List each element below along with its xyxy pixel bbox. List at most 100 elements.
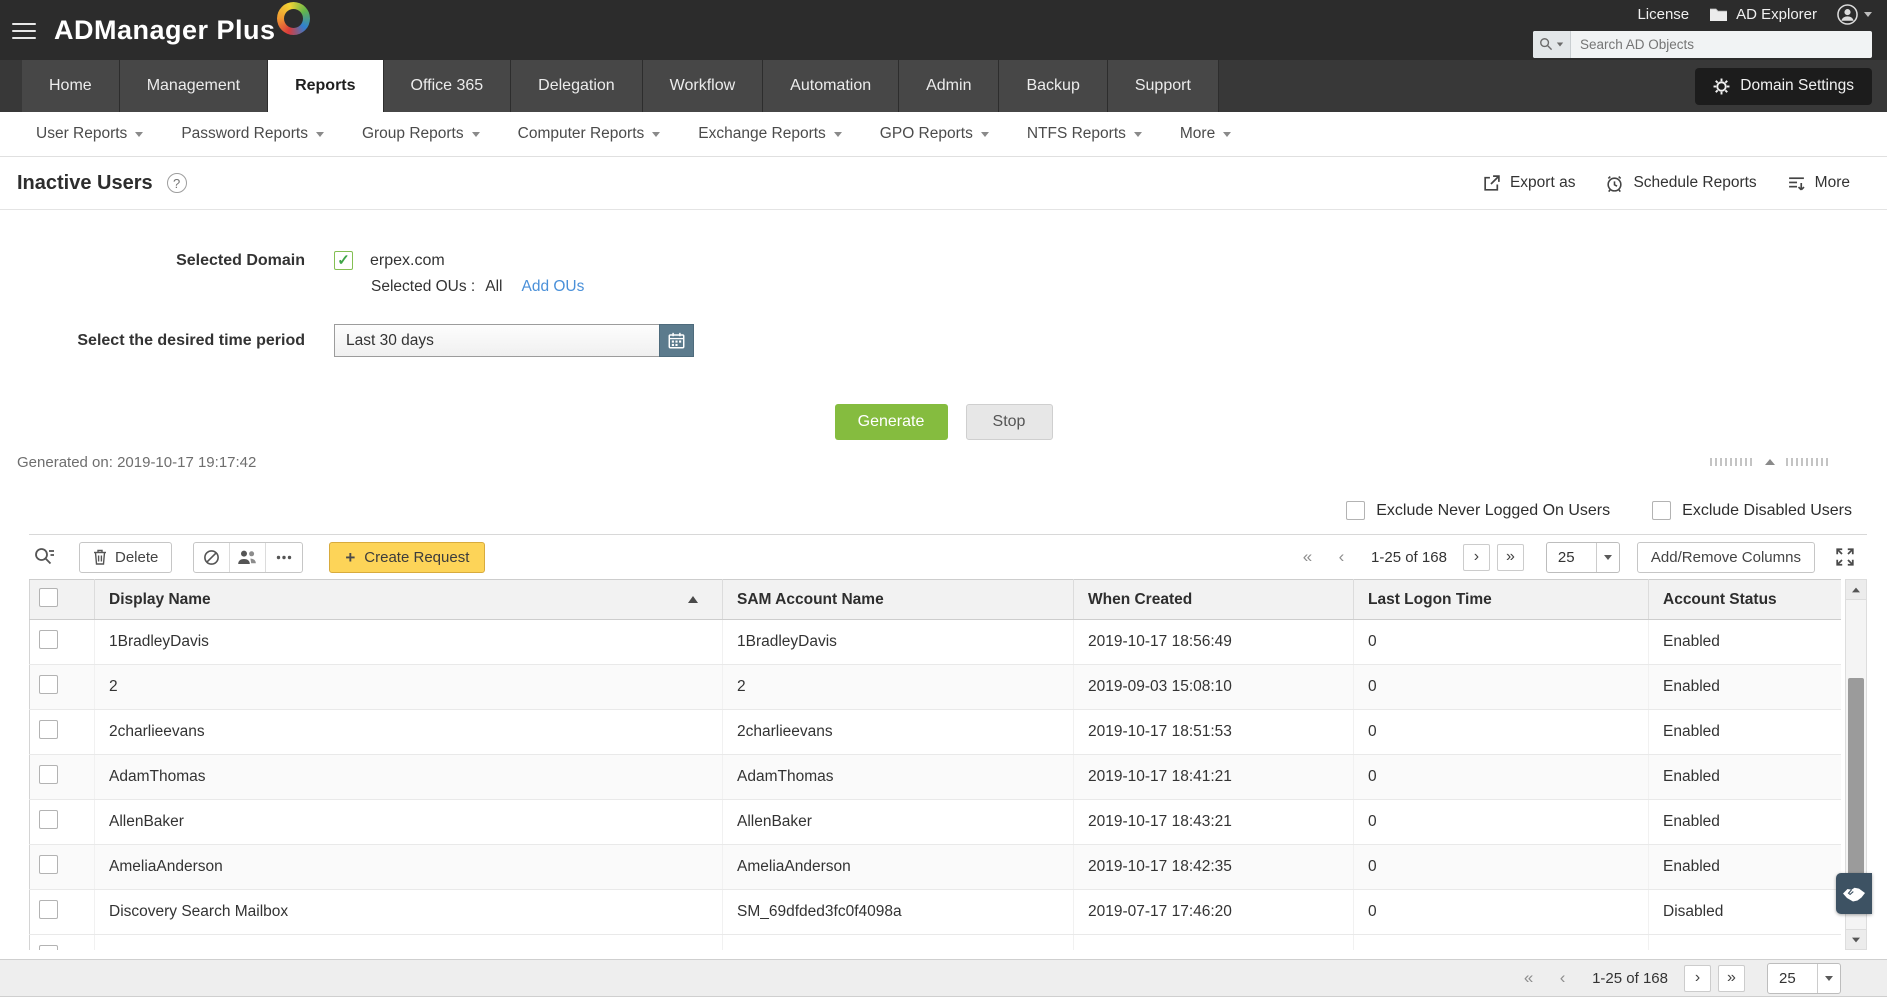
license-link[interactable]: License xyxy=(1637,6,1689,23)
subnav-gpo-reports[interactable]: GPO Reports xyxy=(861,125,1008,143)
row-checkbox[interactable] xyxy=(39,675,58,694)
first-page-button[interactable]: « xyxy=(1294,544,1321,571)
column-header-account-status[interactable]: Account Status xyxy=(1649,580,1842,620)
search-columns-icon xyxy=(33,546,55,568)
table-row[interactable]: 1BradleyDavis 1BradleyDavis 2019-10-17 1… xyxy=(30,620,1842,665)
add-ous-link[interactable]: Add OUs xyxy=(521,278,584,296)
row-checkbox[interactable] xyxy=(39,630,58,649)
generate-button[interactable]: Generate xyxy=(835,404,948,440)
first-page-button[interactable]: « xyxy=(1515,965,1542,992)
subnav-label: More xyxy=(1180,125,1215,143)
time-period-input[interactable] xyxy=(334,324,659,357)
help-icon[interactable]: ? xyxy=(167,173,187,193)
subnav-more[interactable]: More xyxy=(1161,125,1250,143)
ad-object-search[interactable] xyxy=(1533,31,1872,58)
row-checkbox[interactable] xyxy=(39,765,58,784)
chevron-down-icon xyxy=(1864,12,1872,17)
tab-home[interactable]: Home xyxy=(22,60,120,112)
create-request-button[interactable]: + Create Request xyxy=(329,542,485,573)
column-header-when-created[interactable]: When Created xyxy=(1074,580,1354,620)
chevron-down-icon xyxy=(472,132,480,137)
tab-delegation[interactable]: Delegation xyxy=(511,60,643,112)
column-search-button[interactable] xyxy=(33,546,55,568)
next-page-button[interactable]: › xyxy=(1463,544,1490,571)
row-checkbox[interactable] xyxy=(39,810,58,829)
table-row[interactable]: Discovery Search Mailbox SM_69dfded3fc0f… xyxy=(30,890,1842,935)
page-size-select[interactable]: 25 xyxy=(1546,542,1620,573)
table-row[interactable]: AmeliaAnderson AmeliaAnderson 2019-10-17… xyxy=(30,845,1842,890)
row-checkbox[interactable] xyxy=(39,720,58,739)
scroll-up-button[interactable] xyxy=(1846,580,1866,600)
column-label: SAM Account Name xyxy=(737,591,884,608)
subnav-exchange-reports[interactable]: Exchange Reports xyxy=(679,125,861,143)
subnav-user-reports[interactable]: User Reports xyxy=(17,125,162,143)
cell-account-status: Enabled xyxy=(1649,620,1842,665)
schedule-reports-button[interactable]: Schedule Reports xyxy=(1605,174,1756,193)
column-header-display-name[interactable]: Display Name xyxy=(95,580,723,620)
page-header: Inactive Users ? Export as Schedule Repo… xyxy=(0,157,1887,210)
schedule-reports-label: Schedule Reports xyxy=(1633,174,1756,192)
column-header-last-logon-time[interactable]: Last Logon Time xyxy=(1354,580,1649,620)
collapse-arrow-icon xyxy=(1765,459,1775,465)
trash-icon xyxy=(93,549,107,565)
fullscreen-button[interactable] xyxy=(1832,544,1858,570)
tab-admin[interactable]: Admin xyxy=(899,60,999,112)
prev-page-button[interactable]: ‹ xyxy=(1328,544,1355,571)
tab-management[interactable]: Management xyxy=(120,60,268,112)
table-row-partial[interactable] xyxy=(30,935,1842,951)
subnav-group-reports[interactable]: Group Reports xyxy=(343,125,499,143)
exclude-never-logged-filter[interactable]: Exclude Never Logged On Users xyxy=(1346,501,1610,520)
next-page-button[interactable]: › xyxy=(1684,965,1711,992)
scrollbar-thumb[interactable] xyxy=(1848,678,1864,876)
row-checkbox[interactable] xyxy=(39,945,58,950)
subnav-password-reports[interactable]: Password Reports xyxy=(162,125,343,143)
table-row[interactable]: AdamThomas AdamThomas 2019-10-17 18:41:2… xyxy=(30,755,1842,800)
table-row[interactable]: AllenBaker AllenBaker 2019-10-17 18:43:2… xyxy=(30,800,1842,845)
table-row[interactable]: 2charlieevans 2charlieevans 2019-10-17 1… xyxy=(30,710,1842,755)
search-scope-button[interactable] xyxy=(1533,31,1571,58)
scroll-down-button[interactable] xyxy=(1846,929,1866,949)
table-row[interactable]: 2 2 2019-09-03 15:08:10 0 Enabled xyxy=(30,665,1842,710)
tab-automation[interactable]: Automation xyxy=(763,60,899,112)
app-logo: ADManager Plus xyxy=(54,15,306,46)
support-chat-widget[interactable] xyxy=(1836,873,1872,914)
cell-account-status: Enabled xyxy=(1649,755,1842,800)
tab-reports[interactable]: Reports xyxy=(268,60,383,112)
cell-display-name: 2 xyxy=(95,665,723,710)
chevron-down-icon xyxy=(316,132,324,137)
more-actions-button[interactable]: More xyxy=(1787,174,1850,193)
delete-button[interactable]: Delete xyxy=(79,542,172,573)
row-checkbox[interactable] xyxy=(39,900,58,919)
ad-explorer-link[interactable]: AD Explorer xyxy=(1709,6,1817,23)
add-remove-columns-button[interactable]: Add/Remove Columns xyxy=(1637,542,1815,573)
subnav-ntfs-reports[interactable]: NTFS Reports xyxy=(1008,125,1161,143)
exclude-disabled-checkbox[interactable] xyxy=(1652,501,1671,520)
last-page-button[interactable]: » xyxy=(1497,544,1524,571)
exclude-never-logged-checkbox[interactable] xyxy=(1346,501,1365,520)
tab-office-365[interactable]: Office 365 xyxy=(384,60,512,112)
calendar-button[interactable] xyxy=(659,324,694,357)
tab-backup[interactable]: Backup xyxy=(999,60,1107,112)
move-users-button[interactable] xyxy=(230,543,266,572)
stop-button[interactable]: Stop xyxy=(966,404,1053,440)
prev-page-button[interactable]: ‹ xyxy=(1549,965,1576,992)
tab-workflow[interactable]: Workflow xyxy=(643,60,764,112)
column-header-sam-account-name[interactable]: SAM Account Name xyxy=(723,580,1074,620)
more-bulk-actions-button[interactable] xyxy=(266,543,302,572)
create-request-label: Create Request xyxy=(364,549,469,566)
export-as-button[interactable]: Export as xyxy=(1482,174,1575,193)
row-checkbox[interactable] xyxy=(39,855,58,874)
select-all-checkbox[interactable] xyxy=(39,588,58,607)
last-page-button[interactable]: » xyxy=(1718,965,1745,992)
collapse-handle[interactable] xyxy=(1710,458,1830,466)
exclude-disabled-filter[interactable]: Exclude Disabled Users xyxy=(1652,501,1852,520)
domain-checkbox[interactable] xyxy=(334,251,353,270)
search-input[interactable] xyxy=(1571,37,1872,52)
tab-support[interactable]: Support xyxy=(1108,60,1219,112)
hamburger-menu-icon[interactable] xyxy=(12,23,36,39)
domain-settings-button[interactable]: Domain Settings xyxy=(1695,68,1872,105)
page-size-select[interactable]: 25 xyxy=(1767,963,1841,994)
disable-users-button[interactable] xyxy=(194,543,230,572)
user-menu[interactable] xyxy=(1837,4,1872,25)
subnav-computer-reports[interactable]: Computer Reports xyxy=(499,125,680,143)
